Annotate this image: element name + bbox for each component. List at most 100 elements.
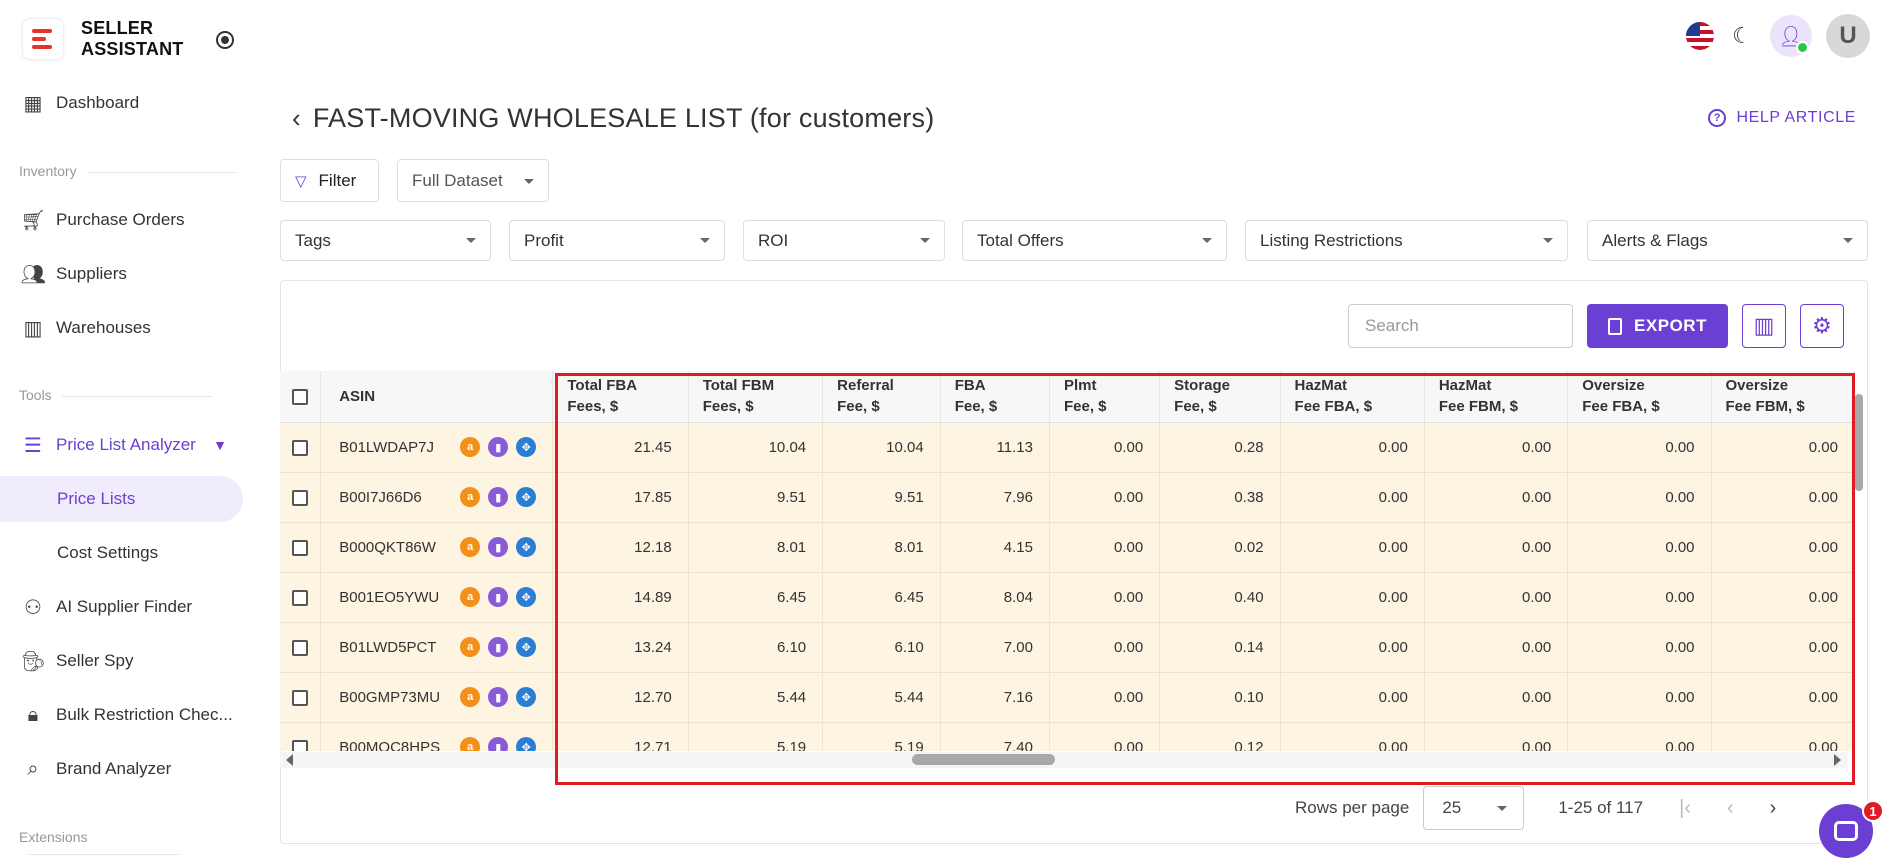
column-header-hazmat-fee-fba[interactable]: HazMat Fee FBA, $ xyxy=(1280,371,1425,423)
asin-value[interactable]: B01LWD5PCT xyxy=(339,639,452,656)
filter-button[interactable]: ▽ Filter xyxy=(280,159,379,202)
asin-value[interactable]: B00GMP73MU xyxy=(339,689,452,706)
chart-icon[interactable]: ▮ xyxy=(488,437,509,457)
table-row[interactable]: B01LWD5PCT a ▮ ✥ 13.24 6.10 6.10 7.00 0.00 0.14 0.… xyxy=(280,622,1855,673)
row-checkbox[interactable] xyxy=(292,539,309,556)
globe-icon[interactable]: ✥ xyxy=(516,437,537,457)
asin-value[interactable]: B00MOC8HPS xyxy=(339,739,452,752)
row-checkbox[interactable] xyxy=(292,689,309,706)
sidebar-item-price-lists[interactable]: Price Lists xyxy=(0,476,243,522)
chart-icon[interactable]: ▮ xyxy=(488,737,509,751)
row-checkbox[interactable] xyxy=(292,489,309,506)
column-header-oversize-fee-fba[interactable]: Oversize Fee FBA, $ xyxy=(1567,371,1712,423)
column-header-total-fbm-fees[interactable]: Total FBM Fees, $ xyxy=(688,371,824,423)
sidebar-item-cost-settings[interactable]: Cost Settings xyxy=(0,530,243,576)
amazon-icon[interactable]: a xyxy=(460,687,481,707)
table-row[interactable]: B001EO5YWU a ▮ ✥ 14.89 6.45 6.45 8.04 0.00 0.40 0.… xyxy=(280,572,1855,623)
table-row[interactable]: B000QKT86W a ▮ ✥ 12.18 8.01 8.01 4.15 0.00 0.02 0.… xyxy=(280,522,1855,573)
rows-per-page-select[interactable]: 25 xyxy=(1423,786,1525,830)
globe-icon[interactable]: ✥ xyxy=(516,637,537,657)
dataset-value: Full Dataset xyxy=(412,170,503,190)
listing-restrictions-select[interactable]: Listing Restrictions xyxy=(1245,220,1568,261)
profit-select[interactable]: Profit xyxy=(509,220,725,261)
chart-icon[interactable]: ▮ xyxy=(488,687,509,707)
column-header-storage-fee[interactable]: Storage Fee, $ xyxy=(1159,371,1281,423)
amazon-icon[interactable]: a xyxy=(460,487,481,507)
asin-value[interactable]: B00I7J66D6 xyxy=(339,489,452,506)
alerts-flags-select[interactable]: Alerts & Flags xyxy=(1587,220,1868,261)
sidebar-item-purchase-orders[interactable]: 🛒︎ Purchase Orders xyxy=(0,197,243,243)
chart-icon[interactable]: ▮ xyxy=(488,587,509,607)
vertical-scrollbar[interactable] xyxy=(1855,394,1863,491)
settings-button[interactable]: ⚙ xyxy=(1800,304,1844,348)
table-row[interactable]: B00MOC8HPS a ▮ ✥ 12.71 5.19 5.19 7.40 0.00 0.12 0.… xyxy=(280,722,1855,751)
table-row[interactable]: B01LWDAP7J a ▮ ✥ 21.45 10.04 10.04 11.13 0.00 0.2… xyxy=(280,422,1855,473)
first-page-icon[interactable]: |‹ xyxy=(1679,797,1691,820)
search-input[interactable] xyxy=(1348,304,1573,348)
select-all-checkbox[interactable] xyxy=(292,388,309,405)
sidebar-item-brand-analyzer[interactable]: ⌕ Brand Analyzer xyxy=(0,746,243,792)
table-row[interactable]: B00I7J66D6 a ▮ ✥ 17.85 9.51 9.51 7.96 0.00 0.38 0.… xyxy=(280,472,1855,523)
data-table-viewport[interactable]: ASIN Total FBA Fees, $ Total FBM Fees, $ R… xyxy=(280,371,1855,751)
table-row[interactable]: B00GMP73MU a ▮ ✥ 12.70 5.44 5.44 7.16 0.00 0.10 0.… xyxy=(280,672,1855,723)
asin-value[interactable]: B000QKT86W xyxy=(339,539,452,556)
globe-icon[interactable]: ✥ xyxy=(516,737,537,751)
column-header-asin[interactable]: ASIN xyxy=(320,371,554,423)
globe-icon[interactable]: ✥ xyxy=(516,487,537,507)
pin-sidebar-icon[interactable] xyxy=(216,31,234,49)
header-line: Fees, $ xyxy=(702,398,754,416)
next-page-icon[interactable]: › xyxy=(1770,797,1777,820)
tags-select[interactable]: Tags xyxy=(280,220,491,261)
asin-value[interactable]: B001EO5YWU xyxy=(339,589,452,606)
us-flag-icon[interactable] xyxy=(1686,22,1714,50)
amazon-icon[interactable]: a xyxy=(460,637,481,657)
columns-button[interactable]: ▥ xyxy=(1742,304,1786,348)
sidebar-item-dashboard[interactable]: ▦ Dashboard xyxy=(0,80,243,126)
column-header-plmt-fee[interactable]: Plmt Fee, $ xyxy=(1049,371,1161,423)
export-button[interactable]: EXPORT xyxy=(1587,304,1728,348)
amazon-icon[interactable]: a xyxy=(460,587,481,607)
globe-icon[interactable]: ✥ xyxy=(516,587,537,607)
total-offers-select[interactable]: Total Offers xyxy=(962,220,1227,261)
profile-icon[interactable]: 👤︎ xyxy=(1770,15,1812,57)
horizontal-scrollbar-thumb[interactable] xyxy=(912,754,1055,765)
brand[interactable]: SELLER ASSISTANT xyxy=(22,18,183,60)
help-article-link[interactable]: ? HELP ARTICLE xyxy=(1708,109,1856,127)
chart-icon[interactable]: ▮ xyxy=(488,487,509,507)
column-header-referral-fee[interactable]: Referral Fee, $ xyxy=(822,371,941,423)
column-header-total-fba-fees[interactable]: Total FBA Fees, $ xyxy=(552,371,689,423)
dataset-select[interactable]: Full Dataset xyxy=(397,159,549,202)
chart-icon[interactable]: ▮ xyxy=(488,637,509,657)
column-header-fba-fee[interactable]: FBA Fee, $ xyxy=(940,371,1050,423)
scroll-left-icon[interactable] xyxy=(286,754,293,766)
amazon-icon[interactable]: a xyxy=(460,737,481,751)
amazon-icon[interactable]: a xyxy=(460,537,481,557)
chevron-left-icon[interactable]: ‹ xyxy=(292,103,301,134)
sidebar-item-bulk-restriction[interactable]: 🔒︎ Bulk Restriction Chec... xyxy=(0,692,243,738)
fee-cell: 0.00 xyxy=(1280,472,1425,523)
sidebar-item-price-list-analyzer[interactable]: ☰ Price List Analyzer ▼ xyxy=(0,422,243,468)
row-checkbox[interactable] xyxy=(292,439,309,456)
globe-icon[interactable]: ✥ xyxy=(516,687,537,707)
amazon-icon[interactable]: a xyxy=(460,437,481,457)
avatar[interactable]: U xyxy=(1826,14,1870,58)
moon-icon[interactable]: ☾ xyxy=(1728,22,1756,50)
row-checkbox[interactable] xyxy=(292,739,309,751)
sidebar-item-seller-spy[interactable]: 🕵︎ Seller Spy xyxy=(0,638,243,684)
chart-icon[interactable]: ▮ xyxy=(488,537,509,557)
brand-line2: ASSISTANT xyxy=(81,39,184,59)
row-checkbox[interactable] xyxy=(292,639,309,656)
column-header-hazmat-fee-fbm[interactable]: HazMat Fee FBM, $ xyxy=(1424,371,1569,423)
horizontal-scrollbar-track[interactable] xyxy=(280,752,1847,768)
sidebar-item-warehouses[interactable]: ▥ Warehouses xyxy=(0,305,243,351)
column-header-oversize-fee-fbm[interactable]: Oversize Fee FBM, $ xyxy=(1711,371,1855,423)
prev-page-icon[interactable]: ‹ xyxy=(1727,797,1734,820)
asin-value[interactable]: B01LWDAP7J xyxy=(339,439,452,456)
scroll-right-icon[interactable] xyxy=(1834,754,1841,766)
fee-cell: 0.00 xyxy=(1711,522,1855,573)
sidebar-item-ai-supplier-finder[interactable]: ⚇ AI Supplier Finder xyxy=(0,584,243,630)
sidebar-item-suppliers[interactable]: 👥︎ Suppliers xyxy=(0,251,243,297)
row-checkbox[interactable] xyxy=(292,589,309,606)
globe-icon[interactable]: ✥ xyxy=(516,537,537,557)
roi-select[interactable]: ROI xyxy=(743,220,945,261)
